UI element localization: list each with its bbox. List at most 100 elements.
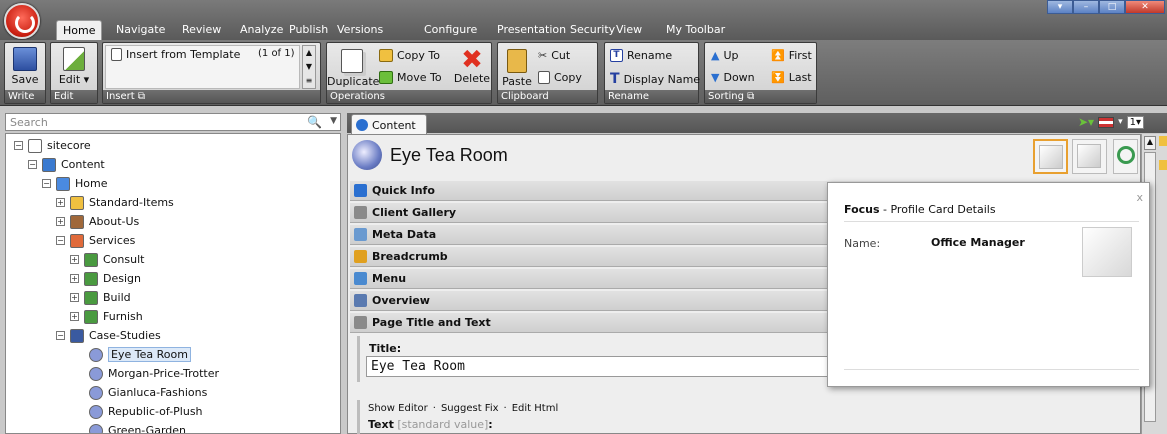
collapse-icon[interactable]: − <box>56 236 65 245</box>
tree-node[interactable]: Eye Tea Room <box>70 345 191 364</box>
save-button[interactable]: Save <box>9 47 41 86</box>
tree-node-label: Standard-Items <box>89 196 174 209</box>
tree-node[interactable]: Gianluca-Fashions <box>70 383 207 402</box>
language-dropdown[interactable]: ▾ <box>1118 117 1123 127</box>
editor-links: Show Editor · Suggest Fix · Edit Html <box>368 403 558 414</box>
dropdown-window-button[interactable]: ▾ <box>1047 0 1073 14</box>
sort-down-button[interactable]: ▼ Down <box>711 71 755 84</box>
tab-home[interactable]: Home <box>56 20 103 40</box>
tree-node[interactable]: − sitecore <box>14 136 91 155</box>
suggest-fix-link[interactable]: Suggest Fix <box>441 403 499 414</box>
tab-navigate[interactable]: Navigate <box>110 20 171 40</box>
edit-html-link[interactable]: Edit Html <box>512 403 559 414</box>
application-menu-button[interactable] <box>4 3 40 39</box>
copy-icon <box>538 71 550 84</box>
tree-node[interactable]: Morgan-Price-Trotter <box>70 364 219 383</box>
expand-icon[interactable]: + <box>70 255 79 264</box>
tab-presentation[interactable]: Presentation <box>491 20 572 40</box>
cut-button[interactable]: ✂ Cut <box>538 49 570 62</box>
expand-icon[interactable]: + <box>70 312 79 321</box>
expand-icon[interactable]: + <box>56 217 65 226</box>
group-label-rename: Rename <box>605 90 698 103</box>
tree-item-icon <box>84 271 98 286</box>
group-label-clipboard: Clipboard <box>498 90 597 103</box>
tree-node[interactable]: − Content <box>28 155 105 174</box>
collapse-icon[interactable]: − <box>56 331 65 340</box>
sort-up-button[interactable]: ▲ Up <box>711 49 739 62</box>
tree-node-label: About-Us <box>89 215 140 228</box>
navigate-arrow-icon[interactable]: ➤▾ <box>1078 115 1094 129</box>
scroll-up-icon[interactable]: ▲ <box>1144 136 1156 150</box>
collapse-icon[interactable]: − <box>14 141 23 150</box>
tree-node[interactable]: + Build <box>70 288 131 307</box>
paste-button[interactable]: Paste <box>500 49 534 88</box>
editor-toolbar-right: ➤▾ ▾ 1▾ <box>1078 115 1145 129</box>
tab-content[interactable]: Content <box>351 114 427 135</box>
tree-node-label: Gianluca-Fashions <box>108 386 208 399</box>
tree-node[interactable]: + Furnish <box>70 307 143 326</box>
tree-node-label: Case-Studies <box>89 329 161 342</box>
rename-button[interactable]: T Rename <box>610 49 672 62</box>
copy-button[interactable]: Copy <box>538 71 582 84</box>
sort-first-button[interactable]: ⏫ First <box>771 49 812 62</box>
section-label: Meta Data <box>372 228 437 241</box>
sorting-group: ▲ Up ▼ Down ⏫ First ⏬ Last Sorting ⧉ <box>704 42 817 104</box>
search-dropdown-icon[interactable]: ▼ <box>330 116 337 126</box>
tree-node-label: Home <box>75 177 108 190</box>
expand-icon[interactable]: + <box>70 274 79 283</box>
tab-configure[interactable]: Configure <box>418 20 483 40</box>
version-selector[interactable]: 1▾ <box>1126 115 1145 129</box>
profile-card-button-2[interactable] <box>1072 139 1107 174</box>
show-editor-link[interactable]: Show Editor <box>368 403 428 414</box>
profile-card-button[interactable] <box>1033 139 1068 174</box>
move-to-button[interactable]: Move To <box>379 71 442 84</box>
tree-node[interactable]: + Standard-Items <box>56 193 174 212</box>
tab-my-toolbar[interactable]: My Toolbar <box>660 20 731 40</box>
tab-publish[interactable]: Publish <box>283 20 334 40</box>
tree-node[interactable]: − Case-Studies <box>56 326 161 345</box>
tree-item-icon <box>89 366 103 381</box>
search-icon[interactable]: 🔍 <box>307 115 322 129</box>
search-input[interactable]: Search 🔍 ▼ <box>5 113 341 131</box>
expand-icon[interactable]: + <box>70 293 79 302</box>
persona-button[interactable] <box>1113 139 1138 174</box>
collapse-icon[interactable]: − <box>28 160 37 169</box>
tree-node[interactable]: + Consult <box>70 250 144 269</box>
tree-node[interactable]: Republic-of-Plush <box>70 402 203 421</box>
tab-view[interactable]: View <box>610 20 648 40</box>
gallery-scroll[interactable]: ▲ ▼ ≡ <box>302 45 316 89</box>
flag-icon[interactable] <box>1098 116 1115 128</box>
validation-marker-2 <box>1159 160 1167 170</box>
copy-to-button[interactable]: Copy To <box>379 49 440 62</box>
profile-card-icon-2 <box>1077 144 1101 168</box>
tab-analyze[interactable]: Analyze <box>234 20 289 40</box>
tree-node[interactable]: + About-Us <box>56 212 139 231</box>
expand-icon[interactable]: + <box>56 198 65 207</box>
move-to-icon <box>379 71 393 84</box>
delete-button[interactable]: ✖ Delete <box>453 47 491 85</box>
document-icon <box>111 48 122 61</box>
display-name-button[interactable]: T Display Name <box>610 71 700 87</box>
field-indent <box>357 336 360 382</box>
duplicate-button[interactable]: Duplicate <box>327 49 379 88</box>
section-label: Quick Info <box>372 184 435 197</box>
minimize-button[interactable]: – <box>1073 0 1099 14</box>
tab-versions[interactable]: Versions <box>331 20 389 40</box>
collapse-icon[interactable]: − <box>42 179 51 188</box>
tree-item-icon <box>70 328 84 343</box>
tree-node[interactable]: + Design <box>70 269 141 288</box>
tree-node[interactable]: − Services <box>56 231 135 250</box>
group-label-edit: Edit <box>51 90 97 103</box>
title-field-input[interactable]: Eye Tea Room <box>366 356 836 377</box>
maximize-button[interactable]: □ <box>1099 0 1125 14</box>
rename-icon: T <box>610 49 623 62</box>
popup-close-button[interactable]: x <box>1136 191 1143 204</box>
insert-from-template-item[interactable]: Insert from Template <box>111 48 240 61</box>
profile-card-icon <box>1039 145 1063 169</box>
close-window-button[interactable]: ✕ <box>1125 0 1165 14</box>
sort-last-button[interactable]: ⏬ Last <box>771 71 812 84</box>
tree-node[interactable]: Green-Garden <box>70 421 186 433</box>
tab-review[interactable]: Review <box>176 20 227 40</box>
tree-node[interactable]: − Home <box>42 174 107 193</box>
edit-button[interactable]: Edit ▾ <box>55 47 93 86</box>
